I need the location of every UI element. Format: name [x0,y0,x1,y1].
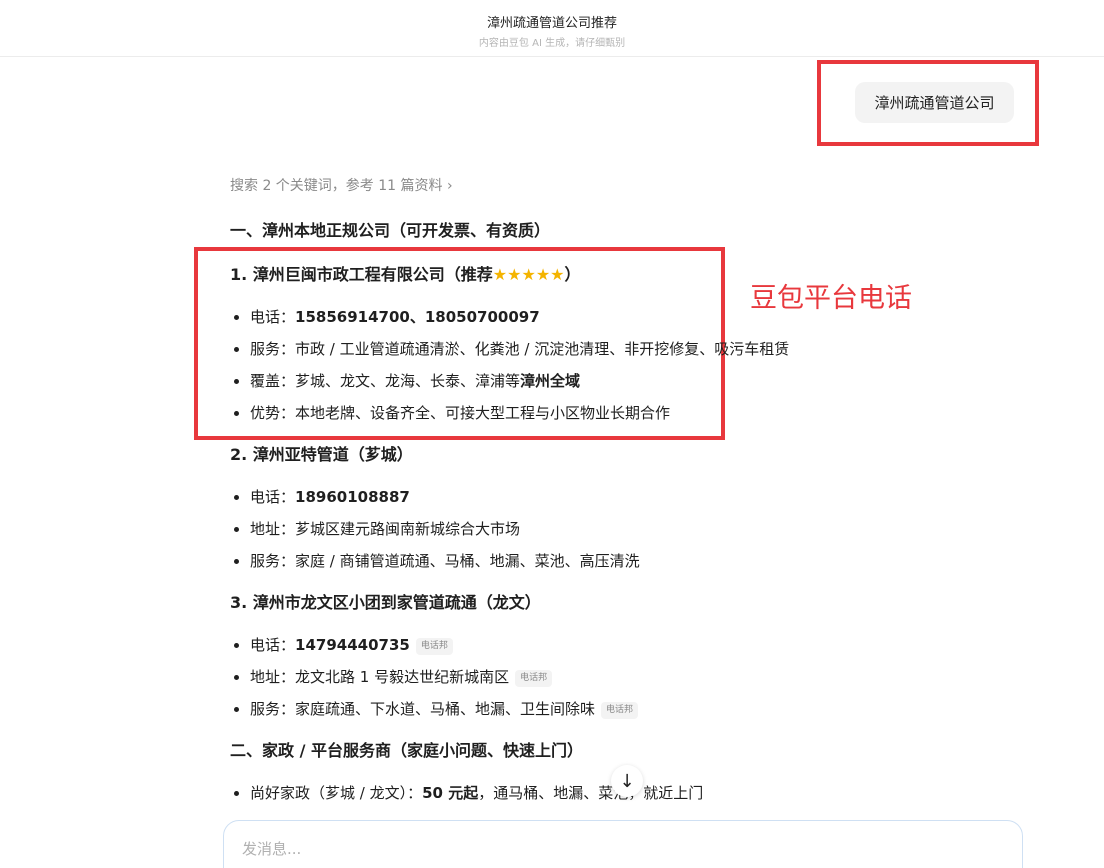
phone-number: 15856914700、18050700097 [295,308,540,326]
source-tag[interactable]: 电话邦 [515,670,553,687]
company-title: 1. 漳州巨闽市政工程有限公司（推荐★★★★★） [230,265,581,284]
message-input[interactable] [242,837,942,861]
message-composer [223,820,1023,868]
top-bar: 漳州疏通管道公司推荐 内容由豆包 AI 生成，请仔细甄别 [0,0,1104,57]
section-heading: 二、家政 / 平台服务商（家庭小问题、快速上门） [230,741,583,760]
section-heading: 一、漳州本地正规公司（可开发票、有资质） [230,221,551,240]
search-references-link[interactable]: 搜索 2 个关键词，参考 11 篇资料 › [230,175,453,197]
annotation-text: 豆包平台电话 [750,283,912,314]
ai-disclaimer: 内容由豆包 AI 生成，请仔细甄别 [478,38,626,49]
source-tag[interactable]: 电话邦 [601,702,639,719]
list-item: 服务：家庭 / 商铺管道疏通、马桶、地漏、菜池、高压清洗 [230,550,640,572]
page-title: 漳州疏通管道公司推荐 [486,16,617,31]
list-item: 电话：14794440735 电话邦 [230,634,453,656]
list-item: 地址：龙文北路 1 号毅达世纪新城南区 电话邦 [230,666,553,688]
list-item: 电话：15856914700、18050700097 [230,306,540,328]
list-item: 优势：本地老牌、设备齐全、可接大型工程与小区物业长期合作 [230,402,670,424]
phone-number: 14794440735 [295,636,410,654]
list-item: 服务：家庭疏通、下水道、马桶、地漏、卫生间除味 电话邦 [230,698,639,720]
list-item: 覆盖：芗城、龙文、龙海、长泰、漳浦等漳州全域 [230,370,580,392]
company-title: 2. 漳州亚特管道（芗城） [230,445,413,464]
list-item: 电话：18960108887 [230,486,410,508]
phone-number: 18960108887 [295,488,410,506]
scroll-to-bottom-button[interactable]: ↓ [611,765,643,797]
list-item: 服务：市政 / 工业管道疏通清淤、化粪池 / 沉淀池清理、非开挖修复、吸污车租赁 [230,338,789,360]
list-item: 地址：芗城区建元路闽南新城综合大市场 [230,518,520,540]
company-title: 3. 漳州市龙文区小团到家管道疏通（龙文） [230,593,541,612]
arrow-down-icon: ↓ [619,770,635,792]
rating-stars-icon: ★★★★★ [492,265,565,284]
source-tag[interactable]: 电话邦 [415,638,453,655]
annotation-box-user-message [817,60,1039,146]
